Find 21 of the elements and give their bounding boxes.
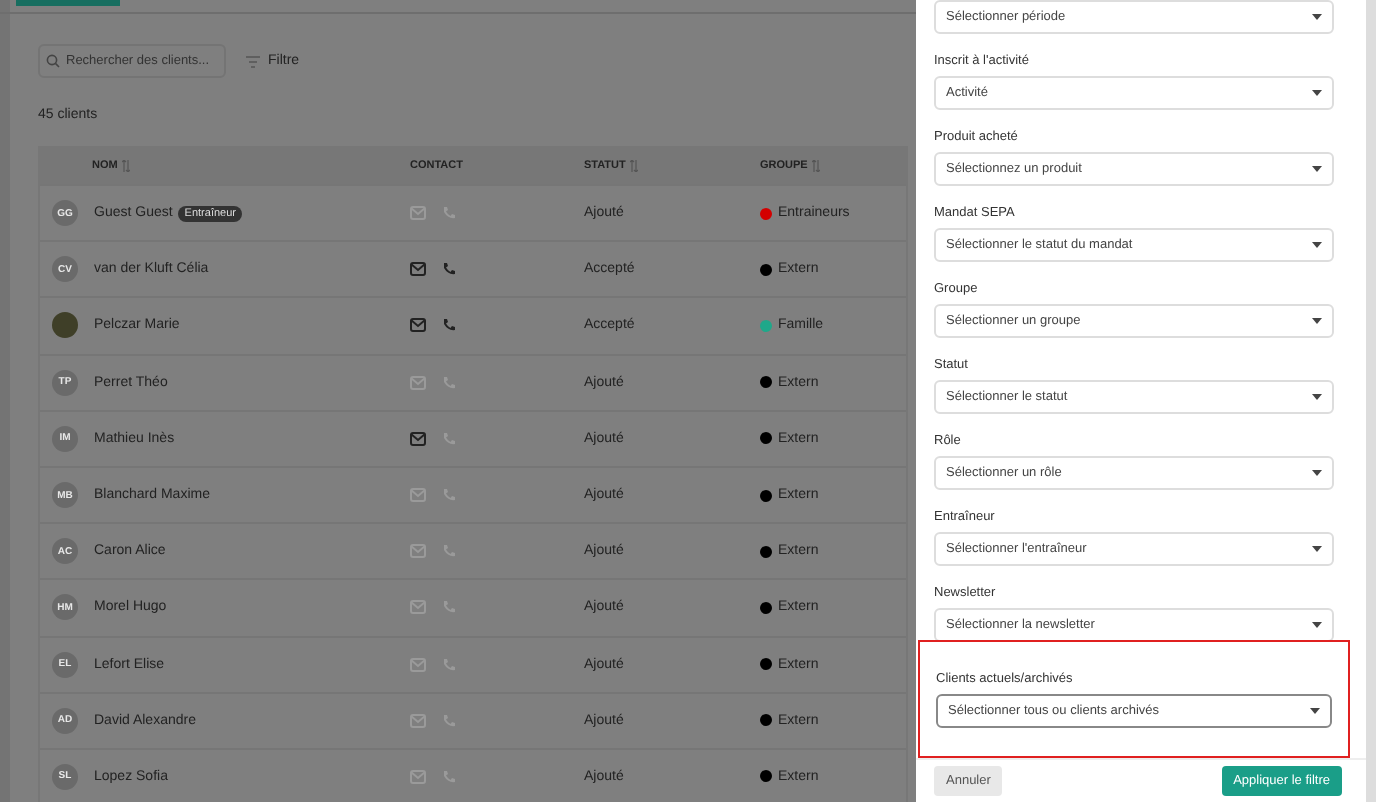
caret-icon [1312, 242, 1322, 248]
email-icon[interactable] [410, 318, 426, 333]
caret-icon [1312, 166, 1322, 172]
caret-icon [1312, 318, 1322, 324]
caret-icon [1312, 14, 1322, 20]
phone-icon[interactable] [442, 318, 456, 333]
email-icon[interactable] [410, 431, 426, 446]
sort-icon[interactable] [629, 160, 638, 172]
phone-icon[interactable] [442, 262, 456, 277]
caret-icon [1310, 708, 1320, 714]
caret-icon [1312, 394, 1322, 400]
email-icon[interactable] [410, 262, 426, 277]
caret-icon [1312, 622, 1322, 628]
search-icon [46, 54, 60, 68]
sort-icon[interactable] [121, 160, 130, 172]
caret-icon [1312, 470, 1322, 476]
active-tab-indicator [16, 0, 120, 6]
filter-icon [246, 55, 260, 67]
caret-icon [1312, 546, 1322, 552]
sort-icon[interactable] [811, 160, 820, 172]
caret-icon [1312, 90, 1322, 96]
